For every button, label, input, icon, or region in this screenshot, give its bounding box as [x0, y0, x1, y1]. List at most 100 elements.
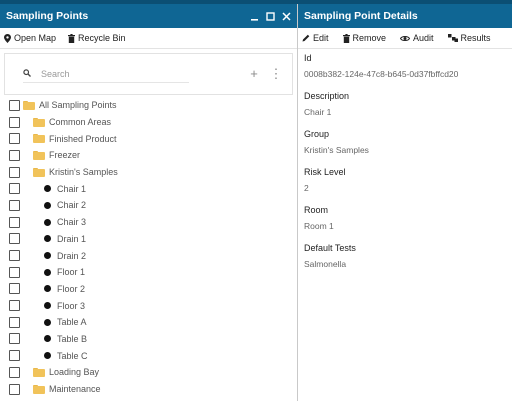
tree-node[interactable]: Floor 1 — [44, 267, 85, 277]
remove-button[interactable]: Remove — [342, 33, 387, 43]
window-controls — [249, 11, 291, 21]
tree-node[interactable]: Loading Bay — [33, 367, 99, 377]
tree-node[interactable]: Table C — [44, 351, 88, 361]
close-icon[interactable] — [281, 11, 291, 21]
detail-field: Id 0008b382-124e-47c8-b645-0d37fbffcd20 — [304, 53, 506, 79]
tree-node[interactable]: Floor 3 — [44, 301, 85, 311]
add-button[interactable]: + — [246, 67, 262, 80]
tree-row[interactable]: Chair 2 — [4, 197, 293, 214]
tree-node[interactable]: All Sampling Points — [23, 100, 117, 110]
tree-node-label: Floor 2 — [57, 283, 86, 294]
checkbox[interactable] — [9, 250, 20, 262]
checkbox[interactable] — [9, 133, 20, 145]
sampling-points-toolbar: Open Map Recycle Bin — [0, 28, 297, 49]
audit-label: Audit — [413, 33, 434, 43]
search-box: Search + ⋮ — [4, 53, 293, 95]
sampling-points-titlebar: Sampling Points — [0, 4, 297, 28]
sampling-points-panel: Sampling Points Open Map Recycle Bin Sea… — [0, 4, 297, 401]
tree-row[interactable]: Freezer — [4, 147, 293, 164]
checkbox[interactable] — [9, 199, 20, 211]
tree-row[interactable]: Table B — [4, 331, 293, 348]
tree-node[interactable]: Chair 2 — [44, 200, 86, 210]
minimize-icon[interactable] — [249, 11, 259, 21]
checkbox[interactable] — [9, 383, 20, 395]
checkbox[interactable] — [9, 166, 20, 178]
tree-row[interactable]: Drain 1 — [4, 231, 293, 248]
checkbox[interactable] — [9, 350, 20, 362]
tree-node[interactable]: Common Areas — [33, 117, 111, 127]
tree-row[interactable]: Common Areas — [4, 114, 293, 131]
open-map-button[interactable]: Open Map — [4, 33, 56, 43]
tree-row[interactable]: Drain 2 — [4, 247, 293, 264]
tree-node-label: Table B — [57, 333, 88, 344]
checkbox[interactable] — [9, 316, 20, 328]
tree-row[interactable]: Loading Bay — [4, 364, 293, 381]
edit-button[interactable]: Edit — [302, 33, 329, 43]
tree-node[interactable]: Drain 2 — [44, 251, 86, 261]
folder-icon — [33, 117, 45, 127]
checkbox[interactable] — [9, 233, 20, 245]
folder-icon — [33, 150, 45, 160]
detail-field-value: 0008b382-124e-47c8-b645-0d37fbffcd20 — [304, 69, 459, 79]
tree-row[interactable]: Chair 1 — [4, 180, 293, 197]
recycle-bin-button[interactable]: Recycle Bin — [68, 33, 126, 43]
tree-node[interactable]: Drain 1 — [44, 234, 86, 244]
trash-icon — [342, 33, 350, 43]
tree-node-label: Chair 2 — [57, 200, 87, 211]
tree-node[interactable]: Maintenance — [33, 384, 101, 394]
checkbox[interactable] — [9, 116, 20, 128]
tree-node[interactable]: Table A — [44, 317, 87, 327]
results-icon — [447, 34, 458, 42]
tree-node-label: Loading Bay — [49, 367, 100, 378]
detail-field-label: Id — [304, 53, 312, 63]
tree-row[interactable]: Table A — [4, 314, 293, 331]
tree-node[interactable]: Kristin's Samples — [33, 167, 118, 177]
tree-row[interactable]: Floor 1 — [4, 264, 293, 281]
tree-node[interactable]: Chair 1 — [44, 184, 86, 194]
map-pin-icon — [4, 33, 11, 43]
detail-field: Risk Level 2 — [304, 167, 506, 193]
tree-row[interactable]: Finished Product — [4, 130, 293, 147]
checkbox[interactable] — [9, 366, 20, 378]
tree-row[interactable]: Chair 3 — [4, 214, 293, 231]
remove-label: Remove — [352, 33, 387, 43]
tree-area: Search + ⋮ All Sampling Points Common Are… — [0, 49, 297, 397]
detail-field-value: 2 — [304, 183, 309, 193]
tree-node[interactable]: Chair 3 — [44, 217, 86, 227]
checkbox[interactable] — [9, 216, 20, 228]
edit-label: Edit — [313, 33, 329, 43]
tree-row[interactable]: Maintenance — [4, 381, 293, 398]
tree-node[interactable]: Floor 2 — [44, 284, 85, 294]
tree-node-label: Chair 3 — [57, 217, 87, 228]
details-fields: Id 0008b382-124e-47c8-b645-0d37fbffcd20 De… — [298, 49, 512, 285]
sampling-point-icon — [44, 252, 51, 260]
search-input[interactable]: Search — [23, 65, 189, 83]
audit-button[interactable]: Audit — [400, 33, 434, 43]
sampling-point-icon — [44, 335, 51, 343]
checkbox[interactable] — [9, 149, 20, 161]
checkbox[interactable] — [9, 183, 20, 195]
tree-node[interactable]: Finished Product — [33, 134, 117, 144]
tree-node-label: Floor 3 — [57, 300, 86, 311]
checkbox[interactable] — [9, 333, 20, 345]
results-button[interactable]: Results — [447, 33, 491, 43]
tree-row[interactable]: Table C — [4, 347, 293, 364]
tree-row[interactable]: Floor 2 — [4, 281, 293, 298]
tree-row[interactable]: All Sampling Points — [4, 97, 293, 114]
tree-row[interactable]: Kristin's Samples — [4, 164, 293, 181]
tree-node[interactable]: Table B — [44, 334, 87, 344]
more-options-icon[interactable]: ⋮ — [268, 67, 284, 80]
tree-row[interactable]: Floor 3 — [4, 297, 293, 314]
checkbox[interactable] — [9, 283, 20, 295]
folder-icon — [23, 100, 35, 110]
sampling-point-icon — [44, 185, 51, 193]
detail-field-value: Kristin's Samples — [304, 145, 369, 155]
checkbox[interactable] — [9, 300, 20, 312]
tree-node-label: Drain 1 — [57, 233, 87, 244]
tree-node-label: Chair 1 — [57, 183, 87, 194]
checkbox[interactable] — [9, 99, 20, 111]
checkbox[interactable] — [9, 266, 20, 278]
tree-node[interactable]: Freezer — [33, 150, 80, 160]
pencil-icon — [302, 34, 310, 42]
maximize-icon[interactable] — [265, 11, 275, 21]
